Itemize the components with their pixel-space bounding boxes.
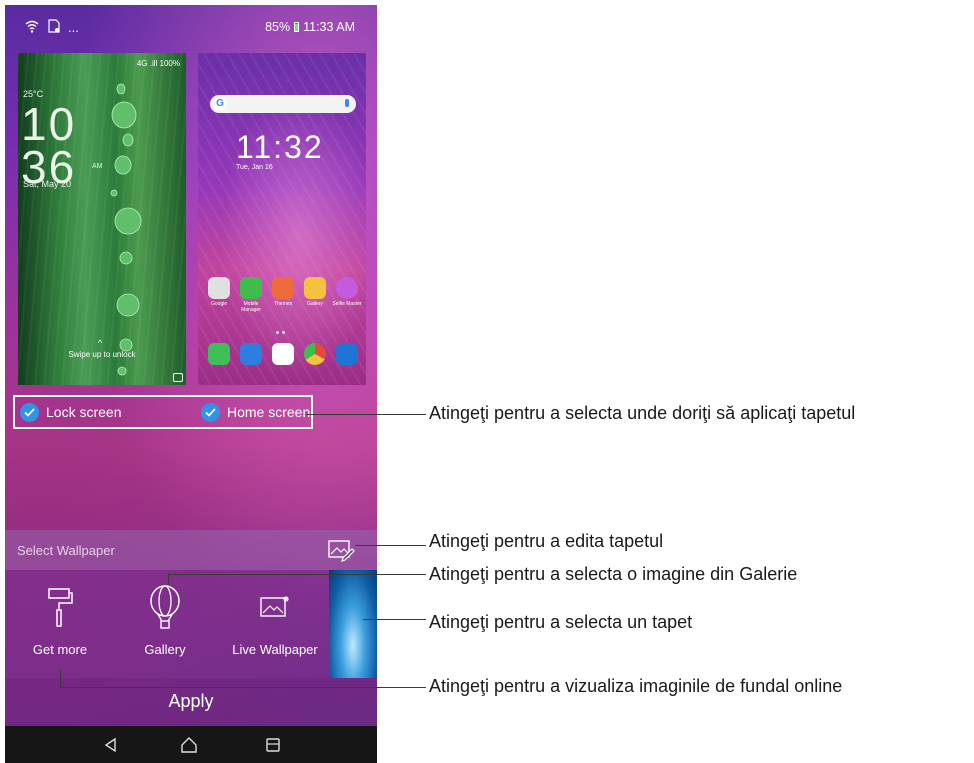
- app-icon: [304, 277, 326, 299]
- home-date: Tue, Jan 16: [236, 164, 273, 171]
- more-icon: ...: [68, 20, 79, 35]
- mic-icon: [345, 99, 349, 107]
- recent-apps-icon[interactable]: [263, 735, 283, 755]
- callout-line-wallpaper: [363, 619, 426, 620]
- check-icon: [201, 402, 220, 422]
- app-label: Google: [210, 301, 228, 307]
- home-app: [304, 343, 326, 365]
- callout-vline-gallery: [168, 574, 169, 584]
- status-right: 85% 11:33 AM: [265, 20, 355, 34]
- wallpaper-options-tray: Get more Gallery Live Wallpaper: [5, 570, 377, 678]
- status-bar: ... 85% 11:33 AM: [5, 5, 377, 45]
- home-icon[interactable]: [179, 735, 199, 755]
- lock-screen-checkbox[interactable]: Lock screen: [20, 402, 122, 422]
- wifi-icon: [25, 20, 39, 36]
- callout-gallery: Atingeţi pentru a selecta o imagine din …: [429, 564, 798, 584]
- home-screen-preview[interactable]: G 11:32 Tue, Jan 16 Google Mobile Manage…: [198, 53, 366, 385]
- lock-unlock-hint: Swipe up to unlock: [68, 350, 136, 359]
- balloon-icon: [120, 585, 210, 630]
- home-screen-label: Home screen: [227, 404, 311, 420]
- phone-app-icon: [208, 343, 230, 365]
- lock-screen-label: Lock screen: [46, 404, 122, 420]
- live-image-icon: [230, 586, 320, 630]
- home-app: [272, 343, 294, 365]
- phone-screen: ... 85% 11:33 AM 4G .ill 100% 25°C 10 36…: [5, 5, 377, 763]
- status-left: ...: [25, 19, 79, 36]
- app-icon: [240, 277, 262, 299]
- callout-line-online: [60, 687, 426, 688]
- home-app: Selfie Master: [332, 277, 362, 307]
- home-dock-row: [208, 343, 358, 365]
- app-icon: [272, 277, 294, 299]
- home-app: [336, 343, 358, 365]
- check-icon: [20, 402, 39, 422]
- lock-ampm: AM: [92, 163, 103, 170]
- home-screen-checkbox[interactable]: Home screen: [201, 402, 311, 422]
- chrome-icon: [304, 343, 326, 365]
- lock-screen-preview[interactable]: 4G .ill 100% 25°C 10 36 AM Sat, May 20 ^…: [18, 53, 186, 385]
- home-app: [240, 343, 262, 365]
- battery-icon: [294, 22, 300, 32]
- gallery-option[interactable]: Gallery: [120, 585, 210, 657]
- callout-wallpaper: Atingeţi pentru a selecta un tapet: [429, 612, 693, 632]
- home-app-row-1: Google Mobile Manager Themes Gallery Sel…: [208, 277, 362, 313]
- home-search-bar: G: [210, 95, 356, 113]
- get-more-option[interactable]: Get more: [15, 586, 105, 657]
- camera-icon: [173, 373, 183, 382]
- edit-wallpaper-icon[interactable]: [327, 537, 355, 563]
- app-label: Mobile Manager: [241, 301, 261, 313]
- select-wallpaper-bar: Select Wallpaper: [5, 530, 377, 570]
- paint-roller-icon: [15, 586, 105, 630]
- status-time: 11:33 AM: [303, 20, 355, 34]
- select-wallpaper-label: Select Wallpaper: [17, 543, 115, 558]
- callout-online: Atingeţi pentru a vizualiza imaginile de…: [429, 676, 843, 696]
- navigation-bar: [5, 726, 377, 763]
- app-label: Selfie Master: [332, 301, 362, 307]
- home-app: Mobile Manager: [240, 277, 262, 313]
- wallpaper-thumbnail[interactable]: [329, 570, 377, 678]
- app-icon: [336, 277, 358, 299]
- camera-app-icon: [336, 343, 358, 365]
- live-wallpaper-label: Live Wallpaper: [232, 642, 318, 657]
- wallpaper-target-selector: Lock screen Home screen: [13, 395, 313, 429]
- callout-vline-online: [60, 670, 61, 687]
- callout-line-edit: [355, 545, 426, 546]
- app-label: Themes: [273, 301, 293, 307]
- google-logo: G: [213, 97, 227, 111]
- get-more-label: Get more: [32, 642, 88, 657]
- home-app: Gallery: [304, 277, 326, 307]
- back-icon[interactable]: [101, 735, 121, 755]
- home-app: [208, 343, 230, 365]
- page-indicator: [276, 321, 288, 334]
- gallery-label: Gallery: [144, 642, 186, 657]
- app-label: Gallery: [307, 301, 323, 307]
- callout-line-gallery: [168, 574, 426, 575]
- chevron-up-icon: ^: [98, 338, 103, 348]
- play-store-icon: [272, 343, 294, 365]
- home-clock: 11:32: [236, 129, 324, 165]
- messages-app-icon: [240, 343, 262, 365]
- home-app: Google: [208, 277, 230, 307]
- live-wallpaper-option[interactable]: Live Wallpaper: [230, 586, 320, 657]
- lock-status: 4G .ill 100%: [136, 59, 180, 68]
- battery-percent: 85%: [265, 20, 291, 34]
- app-icon: [208, 277, 230, 299]
- home-app: Themes: [272, 277, 294, 307]
- lock-date: Sat, May 20: [23, 179, 72, 189]
- sd-card-icon: [47, 19, 60, 36]
- callout-edit: Atingeţi pentru a edita tapetul: [429, 531, 664, 551]
- callout-targets: Atingeţi pentru a selecta unde doriţi să…: [429, 403, 856, 423]
- callout-line-targets: [306, 414, 426, 415]
